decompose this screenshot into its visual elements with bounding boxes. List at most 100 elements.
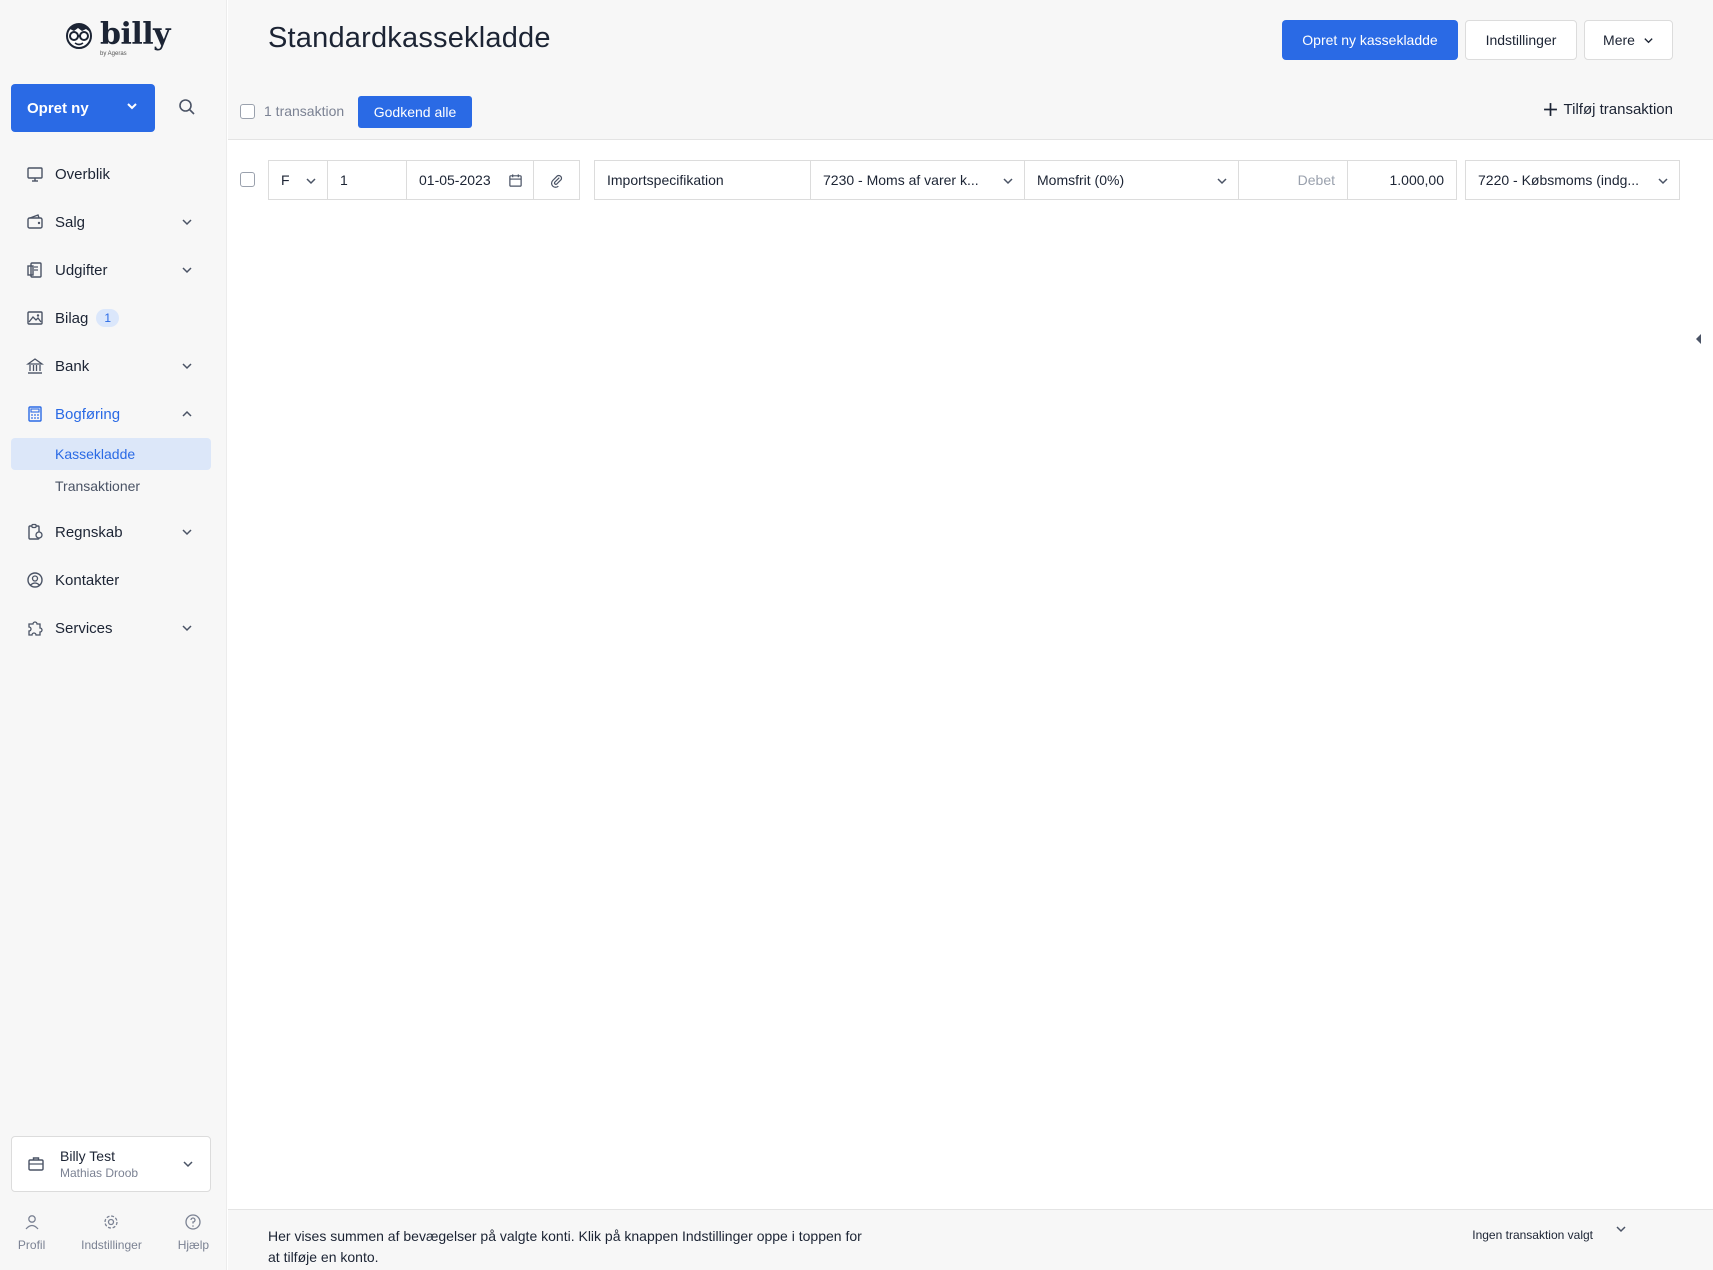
- type-select[interactable]: F: [268, 160, 328, 200]
- sidebar-bottom-links: Profil Indstillinger Hjælp: [0, 1212, 227, 1252]
- chevron-down-icon: [305, 174, 317, 190]
- user-icon: [22, 1212, 42, 1232]
- sidebar-item-bank[interactable]: Bank: [11, 342, 211, 390]
- help-link[interactable]: Hjælp: [178, 1212, 209, 1252]
- profile-label: Profil: [17, 1238, 46, 1252]
- page-header: Standardkassekladde Opret ny kassekladde…: [228, 0, 1713, 140]
- create-new-label: Opret ny: [27, 99, 89, 117]
- chevron-down-icon: [179, 214, 195, 230]
- description-input[interactable]: Importspecifikation: [594, 160, 811, 200]
- search-button[interactable]: [172, 96, 202, 122]
- receipt-icon: [25, 260, 45, 280]
- sidebar-item-label: Kontakter: [55, 571, 120, 589]
- row-checkbox[interactable]: [240, 172, 255, 187]
- approve-all-button[interactable]: Godkend alle: [358, 96, 472, 128]
- sidebar-item-label: Udgifter: [55, 261, 108, 279]
- company-info: Billy Test Mathias Droob: [60, 1148, 138, 1180]
- debit-credit-field[interactable]: Debet: [1238, 160, 1348, 200]
- account-value: 7230 - Moms af varer k...: [823, 172, 979, 188]
- sidebar-item-label: Bogføring: [55, 405, 121, 423]
- settings-button[interactable]: Indstillinger: [1465, 20, 1577, 60]
- chevron-down-icon: [1643, 35, 1654, 46]
- chevron-up-icon: [179, 406, 195, 422]
- contra-account-value: 7220 - Købsmoms (indg...: [1478, 172, 1640, 188]
- chevron-down-icon: [179, 262, 195, 278]
- puzzle-icon: [25, 618, 45, 638]
- sidebar-subitem-kassekladde[interactable]: Kassekladde: [11, 438, 211, 470]
- account-select[interactable]: 7230 - Moms af varer k...: [810, 160, 1025, 200]
- chevron-down-icon: [179, 358, 195, 374]
- more-button[interactable]: Mere: [1584, 20, 1673, 60]
- add-transaction-button[interactable]: Tilføj transaktion: [1543, 101, 1673, 118]
- calendar-icon: [508, 173, 523, 191]
- settings-label: Indstillinger: [81, 1238, 142, 1252]
- sidebar-item-salg[interactable]: Salg: [11, 198, 211, 246]
- wallet-icon: [25, 212, 45, 232]
- chevron-down-icon: [1657, 174, 1669, 190]
- scroll-right-arrow-icon[interactable]: [1696, 334, 1701, 344]
- gear-icon: [101, 1212, 121, 1232]
- sidebar-item-kontakter[interactable]: Kontakter: [11, 556, 211, 604]
- company-name: Billy Test: [60, 1148, 115, 1164]
- footer-info-text: Her vises summen af bevægelser på valgte…: [268, 1228, 862, 1265]
- billy-logo[interactable]: billy by Ageras: [64, 17, 171, 57]
- create-journal-button[interactable]: Opret ny kassekladde: [1282, 20, 1458, 60]
- sidebar: billy by Ageras Opret ny Overblik Salg U…: [0, 0, 227, 1270]
- chevron-down-icon: [1216, 174, 1228, 190]
- logo-text: billy: [100, 17, 171, 52]
- sidebar-nav: Overblik Salg Udgifter Bilag 1 Bank Bogf…: [11, 150, 211, 652]
- company-switcher[interactable]: Billy Test Mathias Droob: [11, 1136, 211, 1192]
- select-all-checkbox[interactable]: [240, 104, 255, 119]
- bogfoering-submenu: Kassekladde Transaktioner: [11, 438, 211, 502]
- vat-select[interactable]: Momsfrit (0%): [1024, 160, 1239, 200]
- sidebar-item-label: Bilag: [55, 309, 89, 327]
- briefcase-icon: [26, 1154, 46, 1174]
- chevron-down-icon: [179, 524, 195, 540]
- sidebar-item-bogfoering[interactable]: Bogføring: [11, 390, 211, 438]
- bank-icon: [25, 356, 45, 376]
- contra-account-select[interactable]: 7220 - Købsmoms (indg...: [1465, 160, 1680, 200]
- create-new-button[interactable]: Opret ny: [11, 84, 155, 132]
- more-label: Mere: [1603, 32, 1635, 48]
- sidebar-item-label: Bank: [55, 357, 90, 375]
- chevron-down-icon: [125, 99, 139, 117]
- sidebar-item-label: Overblik: [55, 165, 111, 183]
- summary-footer: Her vises summen af bevægelser på valgte…: [228, 1209, 1713, 1270]
- attachment-button[interactable]: [533, 160, 580, 200]
- chevron-down-icon: [179, 620, 195, 636]
- chevron-down-icon: [182, 1157, 194, 1174]
- billy-face-icon: [64, 20, 94, 50]
- sidebar-item-bilag[interactable]: Bilag 1: [11, 294, 211, 342]
- contacts-icon: [25, 570, 45, 590]
- sidebar-item-label: Regnskab: [55, 523, 123, 541]
- sidebar-subitem-transaktioner[interactable]: Transaktioner: [11, 470, 211, 502]
- help-label: Hjælp: [177, 1238, 210, 1252]
- chevron-down-icon[interactable]: [1615, 1222, 1627, 1239]
- add-transaction-label: Tilføj transaktion: [1563, 101, 1673, 118]
- chevron-down-icon: [1002, 174, 1014, 190]
- calculator-icon: [25, 404, 45, 424]
- sidebar-item-regnskab[interactable]: Regnskab: [11, 508, 211, 556]
- transaction-count: 1 transaktion: [264, 103, 345, 119]
- sidebar-item-overblik[interactable]: Overblik: [11, 150, 211, 198]
- amount-input[interactable]: 1.000,00: [1347, 160, 1457, 200]
- settings-link[interactable]: Indstillinger: [81, 1212, 142, 1252]
- date-value: 01-05-2023: [419, 172, 491, 188]
- sidebar-item-services[interactable]: Services: [11, 604, 211, 652]
- sidebar-item-udgifter[interactable]: Udgifter: [11, 246, 211, 294]
- company-user: Mathias Droob: [60, 1166, 139, 1180]
- sidebar-item-label: Salg: [55, 213, 86, 231]
- report-icon: [25, 522, 45, 542]
- profile-link[interactable]: Profil: [18, 1212, 45, 1252]
- main-content: Standardkassekladde Opret ny kassekladde…: [228, 0, 1713, 1270]
- paperclip-icon: [549, 173, 564, 188]
- search-icon: [178, 98, 196, 120]
- monitor-icon: [25, 164, 45, 184]
- logo-subtitle: by Ageras: [100, 51, 127, 57]
- help-icon: [183, 1212, 203, 1232]
- plus-icon: [1543, 102, 1558, 117]
- date-input[interactable]: 01-05-2023: [406, 160, 534, 200]
- footer-status: Ingen transaktion valgt: [1472, 1228, 1593, 1242]
- bilag-count-badge: 1: [96, 309, 120, 327]
- number-input[interactable]: 1: [327, 160, 407, 200]
